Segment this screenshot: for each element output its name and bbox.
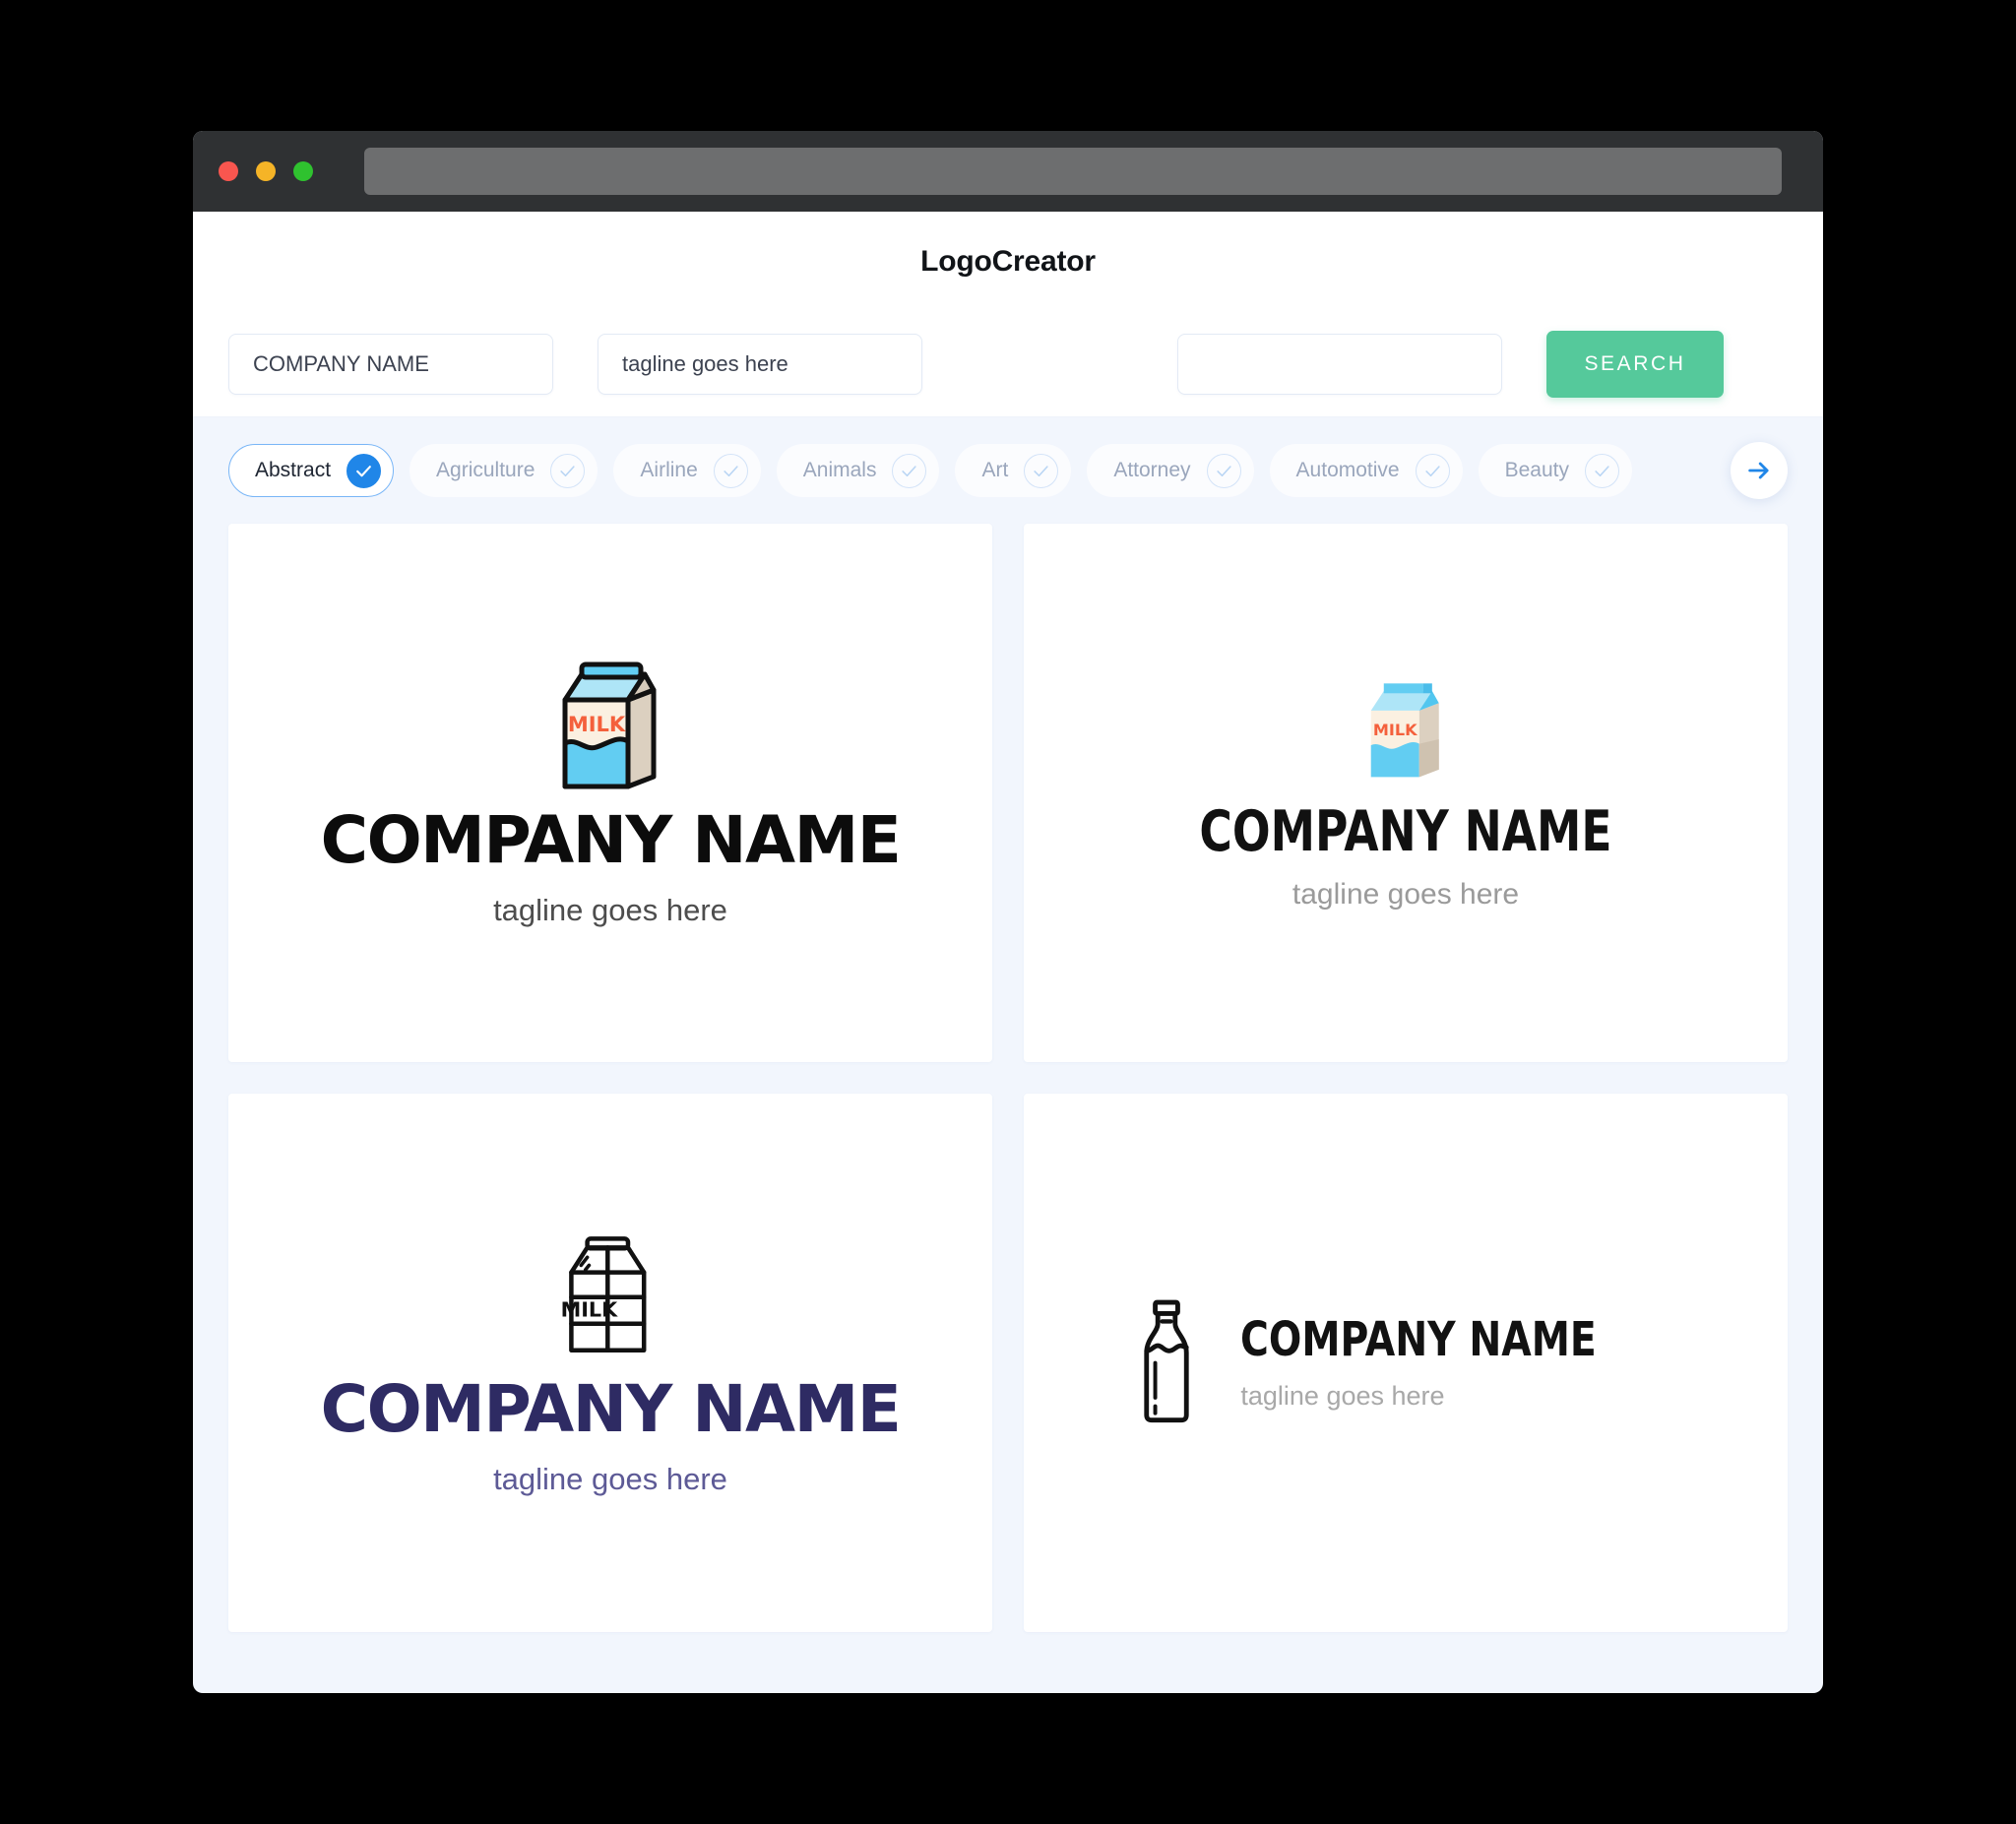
logo-company-name: COMPANY NAME xyxy=(1240,1312,1598,1367)
next-categories-button[interactable] xyxy=(1731,442,1788,499)
browser-chrome xyxy=(193,131,1823,212)
app-header: LogoCreator xyxy=(193,212,1823,312)
company-name-input[interactable]: COMPANY NAME xyxy=(228,334,553,395)
category-label: Agriculture xyxy=(436,459,536,481)
logo-preview: COMPANY NAME tagline goes here xyxy=(1136,1295,1674,1430)
logo-preview: MILK COMPANY NAME tagline goes here xyxy=(320,1232,902,1496)
close-window-button[interactable] xyxy=(219,161,238,181)
category-filter-bar: Abstract Agriculture Airline Animals Art xyxy=(193,417,1823,524)
search-button[interactable]: SEARCH xyxy=(1546,331,1724,398)
logo-tagline: tagline goes here xyxy=(1240,1381,1445,1411)
category-label: Airline xyxy=(640,459,698,481)
check-icon xyxy=(892,453,927,488)
logo-card[interactable]: MILK COMPANY NAME tagline goes here xyxy=(228,1094,992,1632)
milk-carton-icon: MILK xyxy=(551,660,669,798)
arrow-right-icon xyxy=(1748,462,1769,479)
tagline-input[interactable]: tagline goes here xyxy=(598,334,922,395)
category-label: Automotive xyxy=(1295,459,1400,481)
logo-text-block: COMPANY NAME tagline goes here xyxy=(1240,1316,1674,1410)
logo-tagline: tagline goes here xyxy=(493,1461,727,1496)
category-pill-animals[interactable]: Animals xyxy=(776,444,940,497)
keyword-input[interactable] xyxy=(1177,334,1502,395)
logo-company-name: COMPANY NAME xyxy=(1199,798,1612,864)
logo-card[interactable]: MILK COMPANY NAME tagline goes here xyxy=(228,524,992,1062)
check-icon xyxy=(346,453,382,488)
category-label: Abstract xyxy=(255,459,332,481)
milk-label: MILK xyxy=(561,1297,618,1321)
category-label: Attorney xyxy=(1113,459,1191,481)
check-icon xyxy=(1024,453,1059,488)
logo-results-grid: MILK COMPANY NAME tagline goes here MILK… xyxy=(193,524,1823,1667)
category-pill-automotive[interactable]: Automotive xyxy=(1269,444,1463,497)
minimize-window-button[interactable] xyxy=(256,161,276,181)
category-pill-agriculture[interactable]: Agriculture xyxy=(410,444,598,497)
category-pill-attorney[interactable]: Attorney xyxy=(1087,444,1254,497)
milk-bottle-lineart-icon xyxy=(1136,1295,1197,1430)
logo-company-name: COMPANY NAME xyxy=(320,1370,902,1447)
check-icon xyxy=(550,453,586,488)
milk-label: MILK xyxy=(568,713,626,736)
search-toolbar: COMPANY NAME tagline goes here SEARCH xyxy=(193,312,1823,417)
category-pill-art[interactable]: Art xyxy=(955,444,1072,497)
logo-preview: MILK COMPANY NAME tagline goes here xyxy=(1148,677,1664,910)
check-icon xyxy=(1585,453,1619,488)
browser-window: LogoCreator COMPANY NAME tagline goes he… xyxy=(193,131,1823,1693)
check-icon xyxy=(713,453,748,488)
page-title: LogoCreator xyxy=(920,245,1096,278)
category-label: Art xyxy=(981,459,1009,481)
milk-label: MILK xyxy=(1373,721,1418,739)
logo-card[interactable]: MILK COMPANY NAME tagline goes here xyxy=(1024,524,1788,1062)
milk-carton-icon: MILK xyxy=(1360,677,1451,790)
tagline-value: tagline goes here xyxy=(622,351,788,376)
traffic-lights xyxy=(219,161,313,181)
logo-tagline: tagline goes here xyxy=(1292,877,1520,911)
category-pill-airline[interactable]: Airline xyxy=(613,444,761,497)
maximize-window-button[interactable] xyxy=(293,161,313,181)
logo-card[interactable]: COMPANY NAME tagline goes here xyxy=(1024,1094,1788,1632)
category-label: Beauty xyxy=(1504,459,1569,481)
category-pill-abstract[interactable]: Abstract xyxy=(228,444,395,497)
logo-preview: MILK COMPANY NAME tagline goes here xyxy=(320,660,902,927)
milk-carton-lineart-icon: MILK xyxy=(557,1232,663,1363)
logo-tagline: tagline goes here xyxy=(493,893,727,927)
category-pill-beauty[interactable]: Beauty xyxy=(1478,444,1632,497)
company-name-value: COMPANY NAME xyxy=(253,351,429,376)
logo-company-name: COMPANY NAME xyxy=(320,802,902,878)
check-icon xyxy=(1415,453,1450,488)
url-bar[interactable] xyxy=(364,148,1782,195)
check-icon xyxy=(1206,453,1241,488)
category-label: Animals xyxy=(802,459,877,481)
